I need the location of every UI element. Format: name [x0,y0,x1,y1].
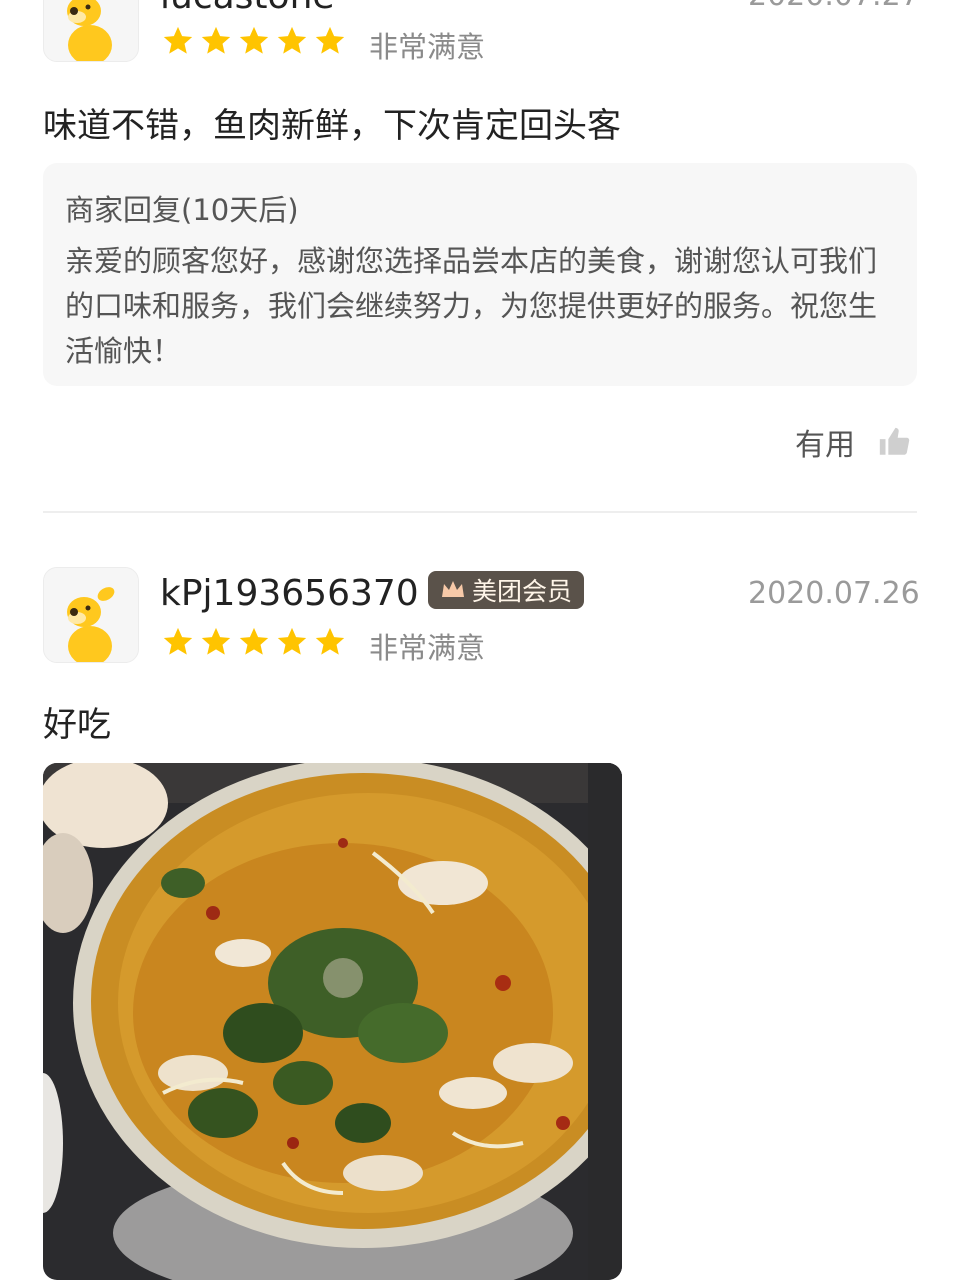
username[interactable]: lucastone [160,0,335,17]
rating-text: 非常满意 [369,631,486,665]
divider [43,511,917,513]
review-date: 2020.07.27 [748,0,920,13]
star-icon [239,627,269,655]
star-icon [239,26,269,54]
star-icon [201,26,231,54]
star-icon [315,26,345,54]
avatar[interactable] [43,0,139,62]
useful-label: 有用 [795,428,855,463]
username[interactable]: kPj193656370 [160,573,419,614]
star-rating [161,24,347,58]
review-comment: 味道不错，鱼肉新鲜，下次肯定回头客 [43,106,621,146]
thumbs-up-icon [879,427,910,455]
star-icon [277,26,307,54]
review-photo[interactable] [43,763,622,1280]
kangaroo-avatar-icon [44,568,138,662]
crown-icon [442,581,464,597]
star-icon [163,627,193,655]
reply-body: 亲爱的顾客您好，感谢您选择品尝本店的美食，谢谢您认可我们的口味和服务，我们会继续… [65,244,878,368]
reply-title: 商家回复(10天后) [65,193,299,227]
star-icon [201,627,231,655]
review-comment: 好吃 [43,705,111,745]
star-icon [163,26,193,54]
review-date: 2020.07.26 [748,576,920,611]
kangaroo-avatar-icon [44,0,138,61]
badge-label: 美团会员 [472,577,573,606]
star-icon [315,627,345,655]
fish-soup-photo [43,763,622,1280]
merchant-reply: 商家回复(10天后) 亲爱的顾客您好，感谢您选择品尝本店的美食，谢谢您认可我们的… [43,163,917,386]
useful-button[interactable]: 有用 [795,420,911,464]
avatar[interactable] [43,567,139,663]
member-badge: 美团会员 [428,571,585,609]
star-rating [161,625,347,659]
rating-text: 非常满意 [369,30,486,64]
star-icon [277,627,307,655]
